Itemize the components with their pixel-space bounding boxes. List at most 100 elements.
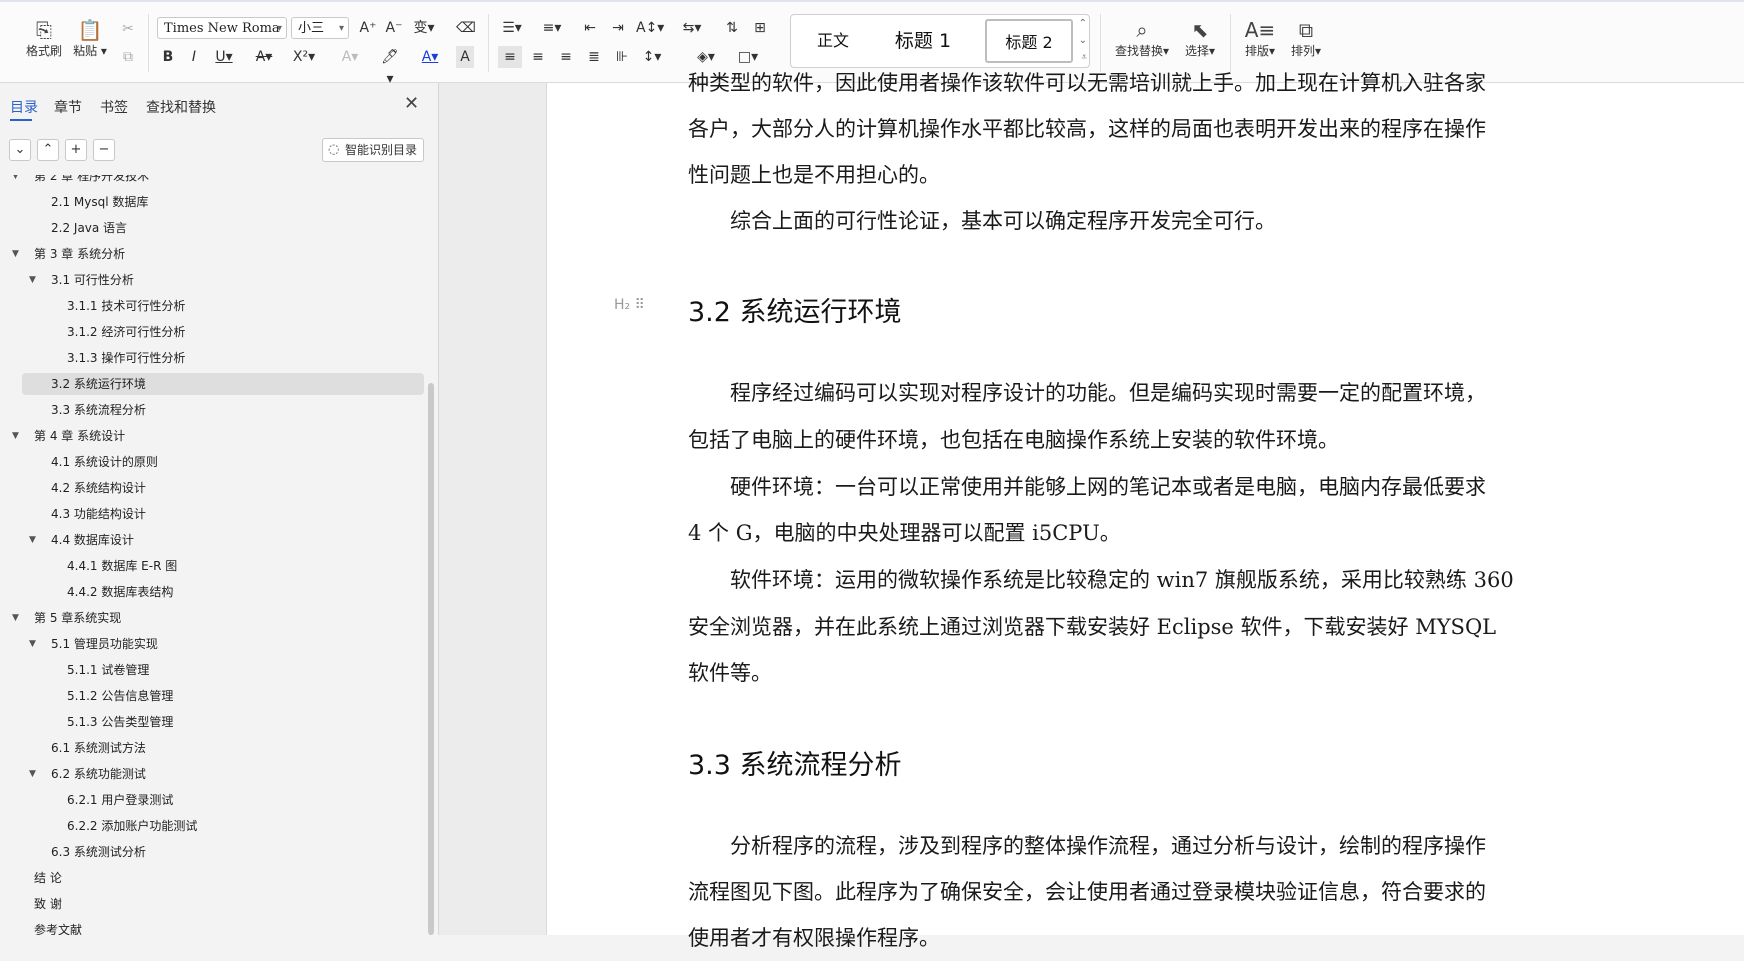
arrange-button[interactable]: ⧉ 排列▾ [1284, 16, 1328, 58]
toc-item[interactable]: ▼ 5.1 管理员功能实现 [22, 633, 424, 655]
font-color-icon[interactable]: A▾ [418, 46, 442, 68]
sort-icon[interactable]: ⇅ [720, 17, 744, 39]
ribbon-top-line [0, 0, 1744, 2]
font-size-select[interactable]: 小三 ▾ [291, 17, 349, 39]
toc-item[interactable]: 3.1.1 技术可行性分析 [22, 295, 424, 317]
caret-down-icon[interactable]: ▼ [12, 425, 19, 447]
toc-item[interactable]: 2.1 Mysql 数据库 [22, 191, 424, 213]
toc-item[interactable]: 参考文献 [22, 919, 424, 935]
toc-item[interactable]: 6.2.2 添加账户功能测试 [22, 815, 424, 837]
toc-item[interactable]: 6.1 系统测试方法 [22, 737, 424, 759]
format-painter-icon: ⎘ [36, 18, 52, 42]
divider [488, 14, 489, 72]
select-button[interactable]: ⬉ 选择▾ [1178, 16, 1222, 58]
heading-level-marker[interactable]: H₂ ⠿ [614, 297, 645, 313]
toc-item[interactable]: 2.2 Java 语言 [22, 217, 424, 239]
phonetic-icon[interactable]: 变▾ [412, 17, 436, 39]
toc-item[interactable]: ▼ 3.1 可行性分析 [22, 269, 424, 291]
toc-item[interactable]: 4.2 系统结构设计 [22, 477, 424, 499]
show-marks-icon[interactable]: ⊞ [748, 17, 772, 39]
toc-item[interactable]: 3.3 系统流程分析 [22, 399, 424, 421]
toc-item[interactable]: 5.1.1 试卷管理 [22, 659, 424, 681]
copy-icon[interactable]: ⧉ [116, 46, 140, 68]
toc-item[interactable]: ▼ 第 4 章 系统设计 [12, 425, 424, 447]
text-effect-icon[interactable]: A▾ [338, 46, 362, 68]
toc-item[interactable]: 3.1.3 操作可行性分析 [22, 347, 424, 369]
strikethrough-icon[interactable]: A▾ [252, 46, 276, 68]
line-spacing-icon[interactable]: ↕▾ [640, 46, 664, 68]
bold-icon[interactable]: B [156, 46, 180, 68]
tab-find-replace[interactable]: 查找和替换 [146, 97, 216, 117]
toc-item[interactable]: 4.3 功能结构设计 [22, 503, 424, 525]
style-heading-2[interactable]: 标题 2 [985, 19, 1073, 63]
caret-down-icon[interactable]: ▼ [29, 763, 36, 785]
toc-item[interactable]: 致 谢 [22, 893, 424, 915]
superscript-icon[interactable]: X²▾ [292, 46, 316, 68]
align-right-icon[interactable]: ≡ [554, 46, 578, 68]
text-direction-icon[interactable]: A↕▾ [636, 17, 664, 39]
toc-item-label: 第 5 章系统实现 [34, 611, 122, 625]
caret-down-icon[interactable]: ▼ [29, 633, 36, 655]
toc-item[interactable]: ▼ 第 3 章 系统分析 [12, 243, 424, 265]
clear-format-icon[interactable]: ⌫ [454, 17, 478, 39]
caret-down-icon[interactable]: ▼ [12, 607, 19, 629]
numbered-list-icon[interactable]: ≡▾ [540, 17, 564, 39]
panel-scrollbar[interactable] [428, 383, 434, 935]
char-shading-icon[interactable]: A [456, 46, 474, 68]
bullet-list-icon[interactable]: ☰▾ [500, 17, 524, 39]
grow-font-icon[interactable]: A⁺ [356, 17, 380, 39]
toc-item-label: 2.1 Mysql 数据库 [51, 195, 149, 209]
find-replace-button[interactable]: ⌕ 查找替换▾ [1110, 16, 1174, 58]
remove-heading-icon[interactable]: − [93, 139, 115, 161]
close-icon[interactable]: ✕ [404, 93, 419, 114]
caret-down-icon[interactable]: ▼ [12, 243, 19, 265]
underline-icon[interactable]: U▾ [212, 46, 236, 68]
font-name-select[interactable]: Times New Roma ▾ [157, 17, 287, 39]
toc-item-label: 3.1.3 操作可行性分析 [67, 351, 186, 365]
shrink-font-icon[interactable]: A⁻ [382, 17, 406, 39]
line-break-icon[interactable]: ⇆▾ [680, 17, 704, 39]
toc-item[interactable]: 3.2 系统运行环境 [22, 373, 424, 395]
toc-item-label: 6.1 系统测试方法 [51, 741, 146, 755]
tab-bookmarks[interactable]: 书签 [100, 97, 128, 117]
align-left-icon[interactable]: ≡ [498, 46, 522, 68]
format-painter-button[interactable]: ⎘ 格式刷 [22, 16, 66, 58]
toc-item[interactable]: ▼ 4.4 数据库设计 [22, 529, 424, 551]
toc-item[interactable]: 3.1.2 经济可行性分析 [22, 321, 424, 343]
caret-down-icon[interactable]: ▼ [12, 175, 19, 187]
toc-item[interactable]: ▼ 第 2 章 程序开发技术 [12, 175, 424, 187]
toc-item-label: 6.2 系统功能测试 [51, 767, 146, 781]
chevron-up-icon[interactable]: ⌃ [1079, 18, 1087, 29]
decrease-indent-icon[interactable]: ⇤ [578, 17, 602, 39]
highlight-icon[interactable]: 🖊▾ [378, 46, 402, 87]
align-center-icon[interactable]: ≡ [526, 46, 550, 68]
increase-indent-icon[interactable]: ⇥ [606, 17, 630, 39]
add-heading-icon[interactable]: + [65, 139, 87, 161]
style-heading-1[interactable]: 标题 1 [875, 19, 971, 63]
italic-icon[interactable]: I [182, 46, 206, 68]
toc-item[interactable]: 4.4.1 数据库 E-R 图 [22, 555, 424, 577]
toc-item[interactable]: 5.1.3 公告类型管理 [22, 711, 424, 733]
toc-item[interactable]: 结 论 [22, 867, 424, 889]
layout-button[interactable]: A≡ 排版▾ [1238, 16, 1282, 58]
chevron-up-icon[interactable]: ⌃ [37, 139, 59, 161]
smart-toc-button[interactable]: ◌ 智能识别目录 [322, 138, 424, 162]
chevron-down-icon[interactable]: ⌄ [1079, 35, 1087, 46]
distributed-icon[interactable]: ⊪ [610, 46, 634, 68]
style-normal[interactable]: 正文 [797, 19, 869, 63]
toc-item[interactable]: 4.4.2 数据库表结构 [22, 581, 424, 603]
cut-icon[interactable]: ✂ [116, 18, 140, 40]
justify-icon[interactable]: ≣ [582, 46, 606, 68]
toc-item[interactable]: 4.1 系统设计的原则 [22, 451, 424, 473]
toc-item[interactable]: 6.3 系统测试分析 [22, 841, 424, 863]
caret-down-icon[interactable]: ▼ [29, 269, 36, 291]
toc-item[interactable]: ▼ 6.2 系统功能测试 [22, 763, 424, 785]
toc-item[interactable]: 6.2.1 用户登录测试 [22, 789, 424, 811]
collapse-all-icon[interactable]: ⌄ [9, 139, 31, 161]
toc-item[interactable]: ▼ 第 5 章系统实现 [12, 607, 424, 629]
caret-down-icon[interactable]: ▼ [29, 529, 36, 551]
toc-item[interactable]: 5.1.2 公告信息管理 [22, 685, 424, 707]
paste-button[interactable]: 📋 粘贴 ▾ [68, 16, 112, 58]
tab-chapters[interactable]: 章节 [54, 97, 82, 117]
tab-toc[interactable]: 目录 [10, 97, 38, 117]
